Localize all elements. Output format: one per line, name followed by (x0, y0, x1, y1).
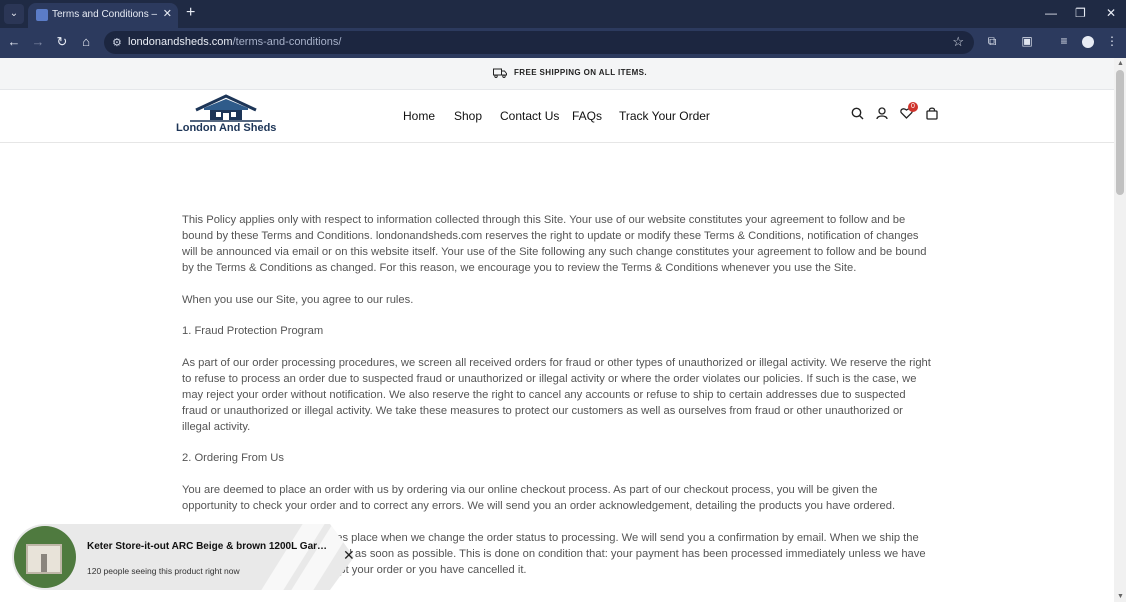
storage-box-door (41, 554, 47, 572)
paragraph-fraud: As part of our order processing procedur… (182, 356, 931, 433)
scroll-up-arrow-icon[interactable]: ▲ (1117, 60, 1124, 67)
bookmark-star-icon[interactable]: ☆ (952, 34, 964, 50)
nav-track-order[interactable]: Track Your Order (619, 109, 710, 123)
search-icon[interactable] (851, 107, 864, 120)
url-path: /terms-and-conditions/ (232, 36, 342, 48)
site-header: London And Sheds Home Shop Contact Us FA… (0, 90, 1114, 143)
product-image[interactable] (14, 526, 76, 588)
storage-box-image (26, 544, 62, 574)
paragraph-agree: When you use our Site, you agree to our … (182, 293, 414, 306)
heading-fraud-protection: 1. Fraud Protection Program (182, 325, 324, 338)
browser-toolbar: ← → ↻ ⌂ ⚙ londonandsheds.com/terms-and-c… (0, 28, 1126, 58)
house-logo-icon (190, 94, 262, 122)
paragraph-ordering: You are deemed to place an order with us… (182, 483, 896, 512)
site-logo[interactable]: London And Sheds (176, 94, 286, 138)
url-text[interactable]: londonandsheds.com/terms-and-conditions/ (128, 36, 341, 48)
new-tab-button[interactable]: + (186, 4, 195, 22)
favicon-icon (36, 9, 48, 21)
announcement-bar: FREE SHIPPING ON ALL ITEMS. (0, 58, 1114, 90)
tab-close-icon[interactable]: ✕ (163, 7, 172, 20)
announcement-text: FREE SHIPPING ON ALL ITEMS. (514, 68, 648, 77)
scrollbar-thumb[interactable] (1116, 70, 1124, 195)
tab-search-button[interactable]: ⌄ (4, 4, 24, 24)
heading-ordering: 2. Ordering From Us (182, 452, 284, 465)
media-icon[interactable]: ▣ (1018, 34, 1036, 48)
popup-product-title[interactable]: Keter Store-it-out ARC Beige & brown 120… (87, 541, 332, 552)
extensions-icon[interactable]: ⧉ (983, 34, 1001, 49)
menu-kebab-icon[interactable]: ⋮ (1103, 34, 1121, 48)
address-bar[interactable]: ⚙ londonandsheds.com/terms-and-condition… (104, 31, 974, 54)
page-scrollbar[interactable]: ▲ ▼ (1114, 58, 1126, 602)
site-info-icon[interactable]: ⚙ (112, 36, 122, 49)
web-page: FREE SHIPPING ON ALL ITEMS. London And S… (0, 58, 1114, 602)
nav-faqs[interactable]: FAQs (572, 109, 602, 123)
home-icon[interactable]: ⌂ (77, 34, 95, 49)
back-icon[interactable]: ← (5, 34, 23, 49)
sales-popup[interactable]: Keter Store-it-out ARC Beige & brown 120… (12, 524, 355, 590)
reload-icon[interactable]: ↻ (53, 34, 71, 50)
paragraph-intro: This Policy applies only with respect to… (182, 214, 927, 274)
url-host: londonandsheds.com (128, 36, 233, 48)
profile-avatar[interactable] (1082, 36, 1094, 48)
logo-text: London And Sheds (176, 122, 277, 134)
nav-shop[interactable]: Shop (454, 109, 482, 123)
truck-icon (493, 68, 507, 78)
user-icon[interactable] (876, 107, 888, 120)
tab-title: Terms and Conditions – London And Sheds (52, 9, 160, 20)
scroll-down-arrow-icon[interactable]: ▼ (1117, 593, 1124, 600)
forward-icon[interactable]: → (29, 34, 47, 49)
nav-contact-us[interactable]: Contact Us (500, 109, 559, 123)
reading-list-icon[interactable]: ≡ (1055, 34, 1073, 48)
popup-viewers-text: 120 people seeing this product right now (87, 566, 240, 576)
restore-icon[interactable]: ❐ (1075, 6, 1086, 20)
minimize-icon[interactable]: — (1045, 6, 1057, 20)
close-window-icon[interactable]: ✕ (1106, 6, 1116, 20)
browser-tabstrip: ⌄ Terms and Conditions – London And Shed… (0, 0, 1126, 28)
wishlist-count-badge: 0 (908, 102, 918, 112)
popup-close-icon[interactable]: ✕ (343, 547, 355, 564)
nav-home[interactable]: Home (403, 109, 435, 123)
browser-tab[interactable]: Terms and Conditions – London And Sheds … (28, 3, 178, 28)
bag-icon[interactable] (926, 107, 938, 120)
